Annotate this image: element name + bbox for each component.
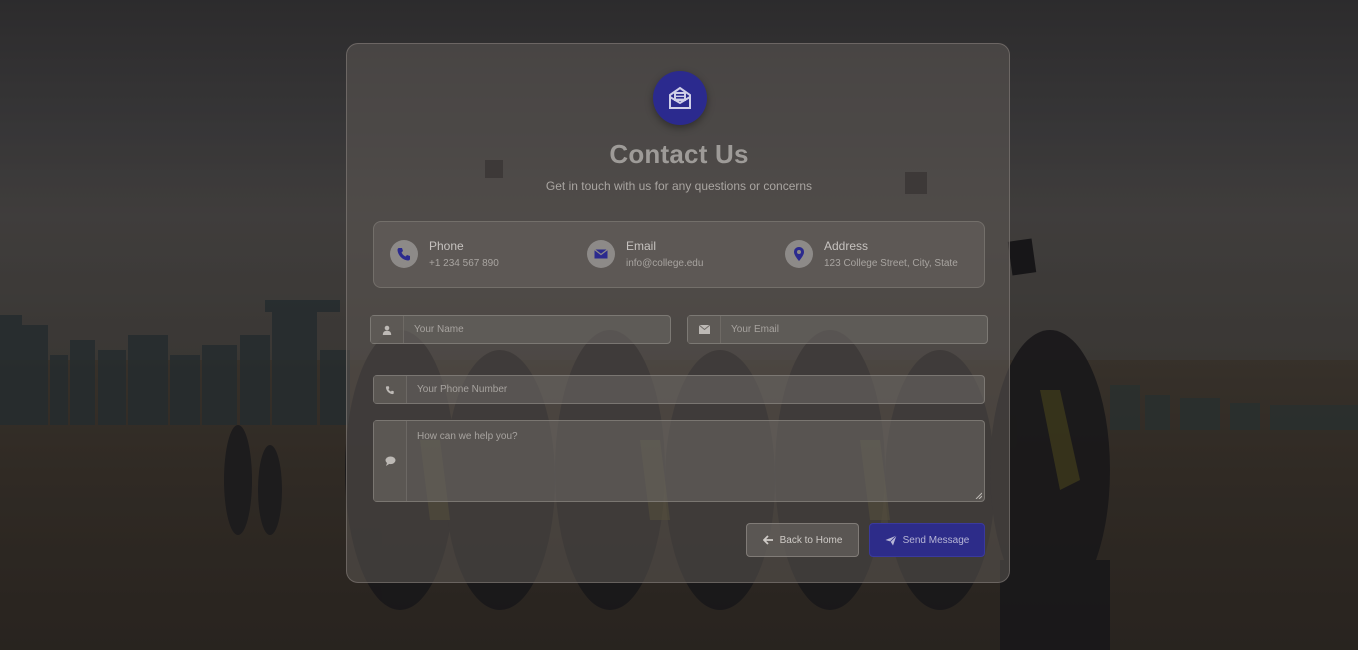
paper-plane-icon (885, 534, 897, 545)
send-message-button[interactable]: Send Message (869, 523, 985, 557)
email-field (687, 315, 988, 344)
comment-icon (374, 421, 407, 501)
phone-icon (390, 240, 418, 268)
contact-email-value: info@college.edu (626, 258, 704, 269)
back-to-home-button[interactable]: Back to Home (746, 523, 859, 557)
message-textarea[interactable] (407, 421, 984, 501)
resize-grip-icon[interactable] (975, 492, 982, 499)
contact-phone: Phone +1 234 567 890 (390, 239, 499, 271)
contact-phone-label: Phone (429, 239, 464, 253)
send-message-label: Send Message (902, 534, 970, 546)
name-input[interactable] (404, 316, 670, 343)
page-subtitle: Get in touch with us for any questions o… (545, 179, 813, 193)
name-field (370, 315, 671, 344)
envelope-icon (587, 240, 615, 268)
message-field (373, 420, 985, 502)
phone-icon (374, 376, 407, 403)
contact-address-label: Address (824, 239, 869, 253)
contact-address: Address 123 College Street, City, State (785, 239, 958, 271)
page-title: Contact Us (609, 139, 749, 169)
contact-card: Contact Us Get in touch with us for any … (346, 43, 1010, 583)
contact-info-panel: Phone +1 234 567 890 Email info@college.… (373, 221, 985, 288)
contact-address-value: 123 College Street, City, State (824, 258, 958, 269)
contact-email: Email info@college.edu (587, 239, 704, 271)
back-to-home-label: Back to Home (779, 534, 843, 546)
phone-input[interactable] (407, 376, 984, 403)
arrow-left-icon (762, 535, 773, 545)
contact-phone-value: +1 234 567 890 (429, 258, 499, 269)
contact-email-label: Email (626, 239, 657, 253)
user-icon (371, 316, 404, 343)
phone-field (373, 375, 985, 404)
envelope-icon (688, 316, 721, 343)
message-logo-icon (653, 71, 707, 125)
email-input[interactable] (721, 316, 987, 343)
map-pin-icon (785, 240, 813, 268)
